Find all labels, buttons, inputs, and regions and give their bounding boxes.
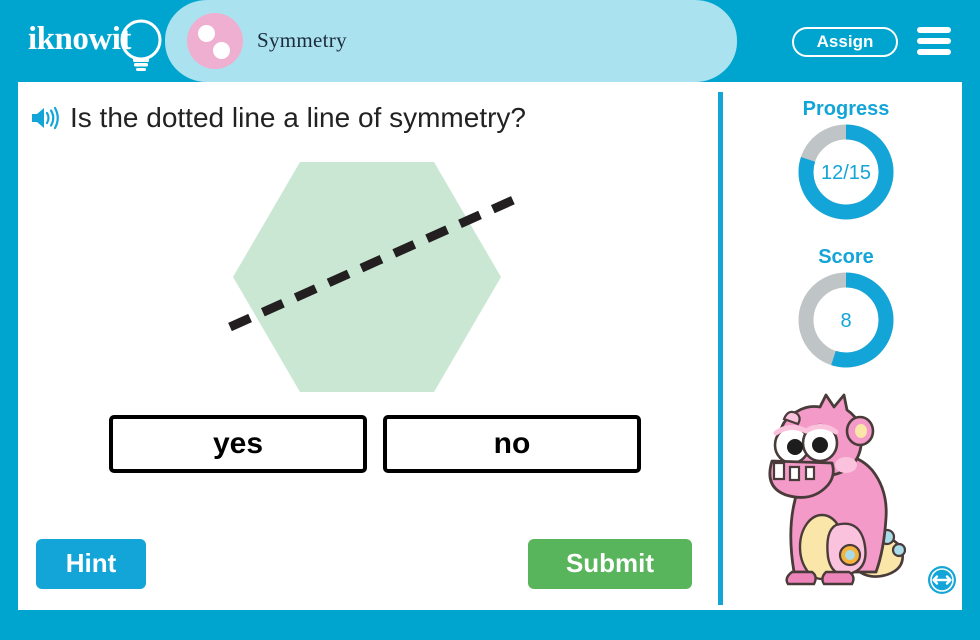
iknowit-logo[interactable]: iknowit [28,14,168,72]
horizontal-resize-arrow-icon[interactable] [926,564,958,596]
status-panel: Progress 12/15 Score 8 [730,82,962,610]
question-text: Is the dotted line a line of symmetry? [70,102,526,133]
speaker-audio-icon[interactable] [30,104,62,132]
question-row: Is the dotted line a line of symmetry? [30,96,700,142]
lightbulb-icon [120,19,162,71]
subject-title: Symmetry [257,28,347,52]
menu-bar [917,38,951,44]
answer-button-no[interactable]: no [383,415,641,473]
question-stage: Is the dotted line a line of symmetry? y… [18,82,962,610]
menu-bar [917,49,951,55]
menu-bar [917,27,951,33]
assign-button[interactable]: Assign [792,27,898,57]
subject-tab[interactable]: Symmetry [165,0,737,82]
dot-top [198,25,215,42]
two-dots-circle-icon [187,13,243,69]
submit-button[interactable]: Submit [528,539,692,589]
app-root: iknowit Symmetry Assign Is the dotted li… [0,0,980,640]
answer-button-yes[interactable]: yes [109,415,367,473]
hamburger-menu-icon[interactable] [917,27,951,56]
hint-button[interactable]: Hint [36,539,146,589]
symmetry-figure [228,162,522,392]
panel-divider [718,92,723,605]
dot-bottom [213,42,230,59]
score-label: Score [818,246,874,268]
hexagon-shape [233,162,501,392]
app-header: iknowit Symmetry Assign [0,0,980,82]
score-value: 8 [840,310,852,332]
progress-label: Progress [802,98,890,120]
progress-value: 12/15 [820,162,872,184]
pink-monster-mascot [768,393,907,586]
